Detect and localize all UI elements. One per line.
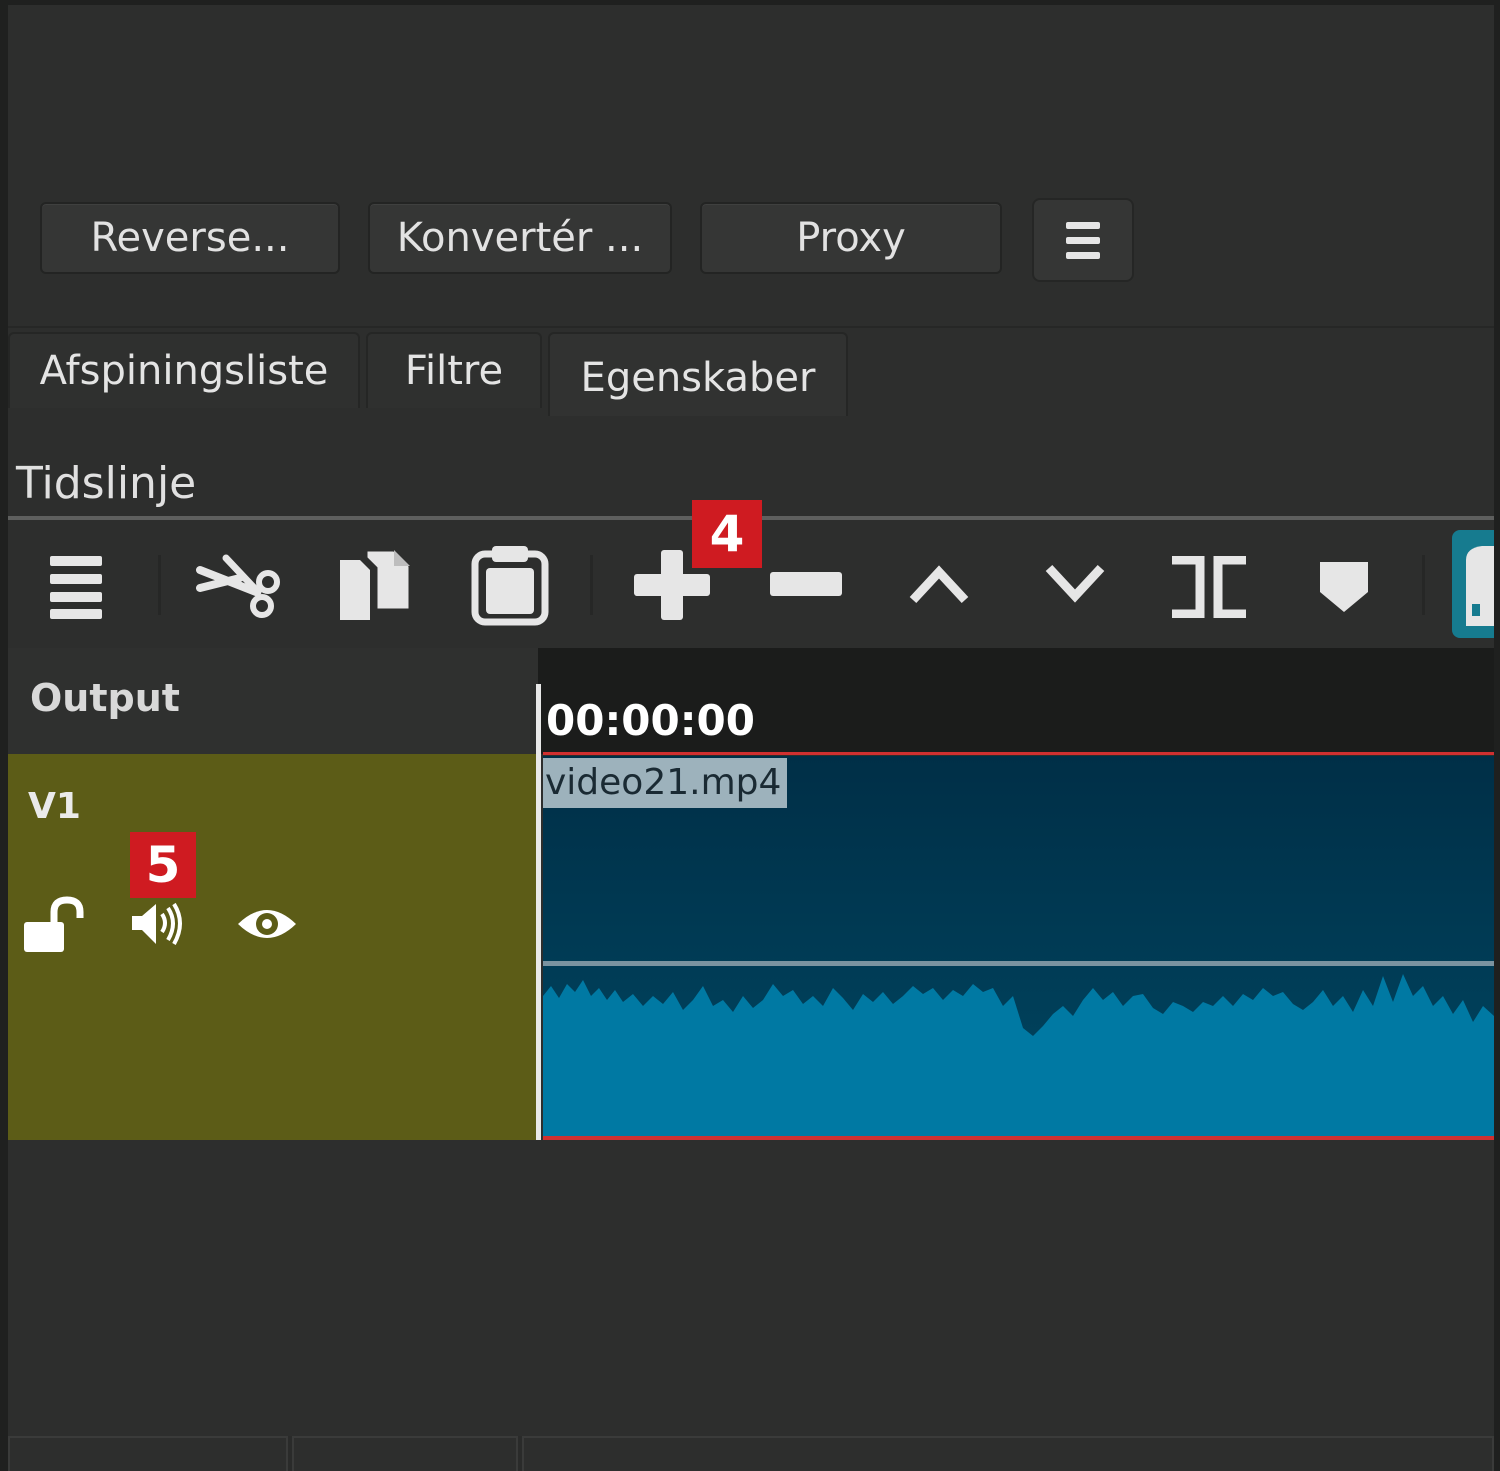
tab-properties-label: Egenskaber bbox=[580, 355, 816, 401]
unlock-icon bbox=[24, 896, 84, 952]
convert-button[interactable]: Konvertér ... bbox=[368, 202, 672, 274]
snap-button[interactable] bbox=[1452, 530, 1494, 638]
toolbar-separator bbox=[590, 555, 593, 615]
toolbar-separator bbox=[1422, 555, 1425, 615]
remove-button[interactable] bbox=[770, 570, 842, 600]
paste-button[interactable] bbox=[470, 544, 550, 626]
clip-trim-line-top bbox=[543, 752, 1494, 755]
output-label: Output bbox=[30, 676, 180, 720]
tab-filters-label: Filtre bbox=[404, 348, 504, 394]
overwrite-icon bbox=[1045, 564, 1105, 603]
track-header-v1[interactable] bbox=[8, 754, 538, 1140]
tab-playlist-label: Afspiningsliste bbox=[39, 348, 329, 394]
reverse-button[interactable]: Reverse... bbox=[40, 202, 340, 274]
bottom-tab[interactable] bbox=[8, 1436, 288, 1471]
cut-icon bbox=[196, 554, 280, 618]
tab-playlist[interactable]: Afspiningsliste bbox=[8, 332, 360, 408]
lift-icon bbox=[909, 565, 969, 604]
remove-icon bbox=[770, 572, 842, 596]
proxy-button[interactable]: Proxy bbox=[700, 202, 1002, 274]
timeline-empty-area bbox=[8, 1140, 1494, 1440]
snap-icon bbox=[1466, 546, 1494, 626]
hide-toggle[interactable] bbox=[236, 902, 298, 946]
timeline-title: Tidslinje bbox=[16, 458, 197, 509]
lift-button[interactable] bbox=[908, 562, 970, 606]
speaker-icon bbox=[132, 902, 182, 945]
properties-menu-button[interactable] bbox=[1032, 198, 1134, 282]
copy-icon bbox=[340, 548, 412, 620]
split-icon bbox=[1172, 555, 1246, 619]
timeline-menu-button[interactable] bbox=[50, 556, 106, 619]
marker-icon bbox=[1320, 562, 1368, 612]
convert-button-label: Konvertér ... bbox=[396, 215, 644, 261]
paste-icon bbox=[471, 546, 549, 626]
split-button[interactable] bbox=[1168, 555, 1250, 619]
callout-badge-4: 4 bbox=[692, 500, 762, 568]
cut-button[interactable] bbox=[196, 548, 286, 624]
tab-properties[interactable]: Egenskaber bbox=[548, 332, 848, 416]
lock-toggle[interactable] bbox=[22, 896, 84, 954]
bottom-tab[interactable] bbox=[292, 1436, 518, 1471]
toolbar-separator bbox=[158, 555, 161, 615]
bottom-tab[interactable] bbox=[522, 1436, 1494, 1471]
mute-toggle[interactable] bbox=[130, 900, 190, 948]
copy-button[interactable] bbox=[336, 548, 414, 622]
eye-icon bbox=[238, 910, 296, 938]
audio-waveform bbox=[543, 974, 1494, 1136]
callout-badge-5: 5 bbox=[130, 832, 196, 898]
track-name: V1 bbox=[28, 786, 81, 827]
clip-name: video21.mp4 bbox=[543, 758, 787, 808]
reverse-button-label: Reverse... bbox=[90, 215, 290, 261]
marker-button[interactable] bbox=[1318, 558, 1370, 614]
proxy-button-label: Proxy bbox=[796, 215, 906, 261]
tab-bar-divider bbox=[8, 326, 1494, 328]
playhead[interactable] bbox=[536, 684, 541, 1140]
ruler-timecode: 00:00:00 bbox=[546, 696, 755, 745]
overwrite-button[interactable] bbox=[1044, 562, 1106, 606]
tab-filters[interactable]: Filtre bbox=[366, 332, 542, 408]
